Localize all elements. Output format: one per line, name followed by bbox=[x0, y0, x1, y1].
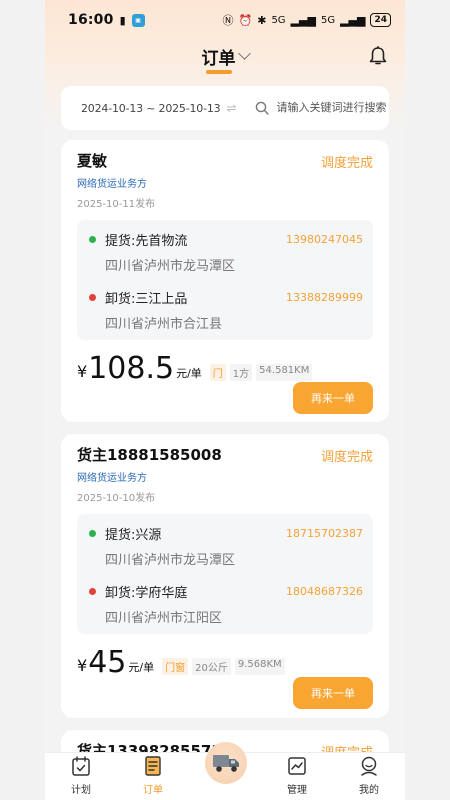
order-card[interactable]: 夏敏 调度完成 网络货运业务方 2025-10-11发布 提货:先首物流 139… bbox=[61, 140, 389, 422]
cargo-tags: 门 1方 54.581KM bbox=[209, 364, 313, 381]
title-underline bbox=[206, 70, 232, 74]
cargo-tags: 门窗 20公斤 9.568KM bbox=[162, 658, 285, 675]
cargo-type-tag: 门窗 bbox=[162, 658, 189, 675]
cargo-volume-tag: 1方 bbox=[229, 364, 253, 381]
bell-icon[interactable] bbox=[369, 46, 387, 66]
app-notification-icon: ▣ bbox=[131, 13, 145, 27]
filter-bar: 2024-10-13 ~ 2025-10-13 ⇌ 请输入关键词进行搜索 bbox=[61, 86, 389, 130]
nav-profile[interactable]: 我的 bbox=[339, 755, 399, 796]
status-right: Ⓝ ⏰ ✱ 5G ▂▄▆ 5G ▂▄▆ 24 bbox=[223, 13, 391, 27]
route-box: 提货:兴源 18715702387 四川省泸州市龙马潭区 卸货:学府华庭 180… bbox=[77, 514, 373, 634]
reorder-button[interactable]: 再来一单 bbox=[293, 677, 373, 709]
cargo-type-tag: 门 bbox=[209, 364, 226, 381]
price-amount: 108.5 bbox=[88, 351, 175, 386]
nav-order[interactable]: 订单 bbox=[123, 755, 183, 796]
search-box[interactable]: 请输入关键词进行搜索 bbox=[255, 101, 397, 115]
order-status: 调度完成 bbox=[320, 156, 373, 171]
service-provider: 网络货运业务方 bbox=[77, 179, 147, 190]
nav-plan-label: 计划 bbox=[71, 785, 91, 796]
sim-icon: ▮ bbox=[119, 13, 126, 27]
pickup-label: 提货:兴源 bbox=[105, 528, 162, 543]
distance-tag: 9.568KM bbox=[234, 658, 285, 675]
route-box: 提货:先首物流 13980247045 四川省泸州市龙马潭区 卸货:三江上品 1… bbox=[77, 220, 373, 340]
bluetooth-icon: ✱ bbox=[257, 13, 267, 27]
order-card[interactable]: 货主18881585008 调度完成 网络货运业务方 2025-10-10发布 … bbox=[61, 434, 389, 718]
drop-dot-icon bbox=[89, 294, 96, 301]
drop-phone[interactable]: 18048687326 bbox=[286, 585, 363, 598]
drop-stop: 卸货:三江上品 13388289999 四川省泸州市合江县 bbox=[87, 288, 363, 332]
app-screen: 16:00 ▮ ▣ Ⓝ ⏰ ✱ 5G ▂▄▆ 5G ▂▄▆ 24 订单 2024… bbox=[45, 0, 405, 800]
signal-label-2: 5G bbox=[320, 14, 336, 26]
nav-manage[interactable]: 管理 bbox=[267, 755, 327, 796]
distance-tag: 54.581KM bbox=[256, 364, 313, 381]
drop-address: 四川省泸州市江阳区 bbox=[105, 611, 223, 626]
nav-profile-label: 我的 bbox=[359, 785, 379, 796]
price-row: ¥ 45 元/单 门窗 20公斤 9.568KM bbox=[77, 648, 373, 678]
plan-icon bbox=[72, 756, 90, 776]
pickup-label: 提货:先首物流 bbox=[105, 234, 188, 249]
pickup-phone[interactable]: 13980247045 bbox=[286, 233, 363, 246]
status-bar: 16:00 ▮ ▣ Ⓝ ⏰ ✱ 5G ▂▄▆ 5G ▂▄▆ 24 bbox=[45, 0, 405, 40]
reorder-button[interactable]: 再来一单 bbox=[293, 382, 373, 414]
service-provider: 网络货运业务方 bbox=[77, 473, 147, 484]
pickup-address: 四川省泸州市龙马潭区 bbox=[105, 259, 236, 274]
swap-icon: ⇌ bbox=[226, 101, 237, 115]
profile-icon bbox=[361, 756, 377, 776]
drop-label: 卸货:三江上品 bbox=[105, 292, 188, 307]
publish-date: 2025-10-10发布 bbox=[77, 493, 156, 504]
signal-label-1: 5G bbox=[271, 14, 286, 26]
drop-stop: 卸货:学府华庭 18048687326 四川省泸州市江阳区 bbox=[87, 582, 363, 626]
truck-button[interactable] bbox=[205, 742, 247, 784]
signal-bars-icon-2: ▂▄▆ bbox=[340, 13, 366, 27]
currency-symbol: ¥ bbox=[77, 362, 88, 381]
price-amount: 45 bbox=[88, 645, 127, 680]
cargo-weight-tag: 20公斤 bbox=[192, 658, 231, 675]
alarm-icon: ⏰ bbox=[238, 13, 253, 27]
search-icon bbox=[255, 101, 269, 115]
price-unit: 元/单 bbox=[176, 367, 202, 380]
drop-address: 四川省泸州市合江县 bbox=[105, 317, 223, 332]
status-time: 16:00 bbox=[68, 12, 114, 28]
publish-date: 2025-10-11发布 bbox=[77, 199, 156, 210]
battery-indicator: 24 bbox=[370, 13, 391, 27]
truck-icon bbox=[213, 755, 239, 772]
page-title[interactable]: 订单 bbox=[202, 44, 236, 69]
drop-dot-icon bbox=[89, 588, 96, 595]
price-row: ¥ 108.5 元/单 门 1方 54.581KM bbox=[77, 354, 373, 384]
pickup-dot-icon bbox=[89, 530, 96, 537]
pickup-stop: 提货:兴源 18715702387 四川省泸州市龙马潭区 bbox=[87, 524, 363, 568]
currency-symbol: ¥ bbox=[77, 656, 88, 675]
chevron-down-icon[interactable] bbox=[237, 47, 251, 60]
signal-bars-icon: ▂▄▆ bbox=[290, 13, 316, 27]
pickup-dot-icon bbox=[89, 236, 96, 243]
nfc-icon: Ⓝ bbox=[222, 13, 234, 27]
nav-plan[interactable]: 计划 bbox=[51, 755, 111, 796]
order-icon bbox=[145, 756, 161, 776]
order-status: 调度完成 bbox=[320, 450, 373, 465]
pickup-address: 四川省泸州市龙马潭区 bbox=[105, 553, 236, 568]
nav-order-label: 订单 bbox=[143, 785, 163, 796]
date-range-picker[interactable]: 2024-10-13 ~ 2025-10-13 bbox=[81, 102, 221, 115]
pickup-stop: 提货:先首物流 13980247045 四川省泸州市龙马潭区 bbox=[87, 230, 363, 274]
drop-phone[interactable]: 13388289999 bbox=[286, 291, 363, 304]
chart-icon bbox=[288, 757, 306, 775]
status-left: 16:00 ▮ ▣ bbox=[68, 12, 145, 28]
search-input[interactable]: 请输入关键词进行搜索 bbox=[277, 101, 397, 115]
drop-label: 卸货:学府华庭 bbox=[105, 586, 188, 601]
nav-manage-label: 管理 bbox=[287, 785, 307, 796]
pickup-phone[interactable]: 18715702387 bbox=[286, 527, 363, 540]
price-unit: 元/单 bbox=[128, 661, 155, 674]
